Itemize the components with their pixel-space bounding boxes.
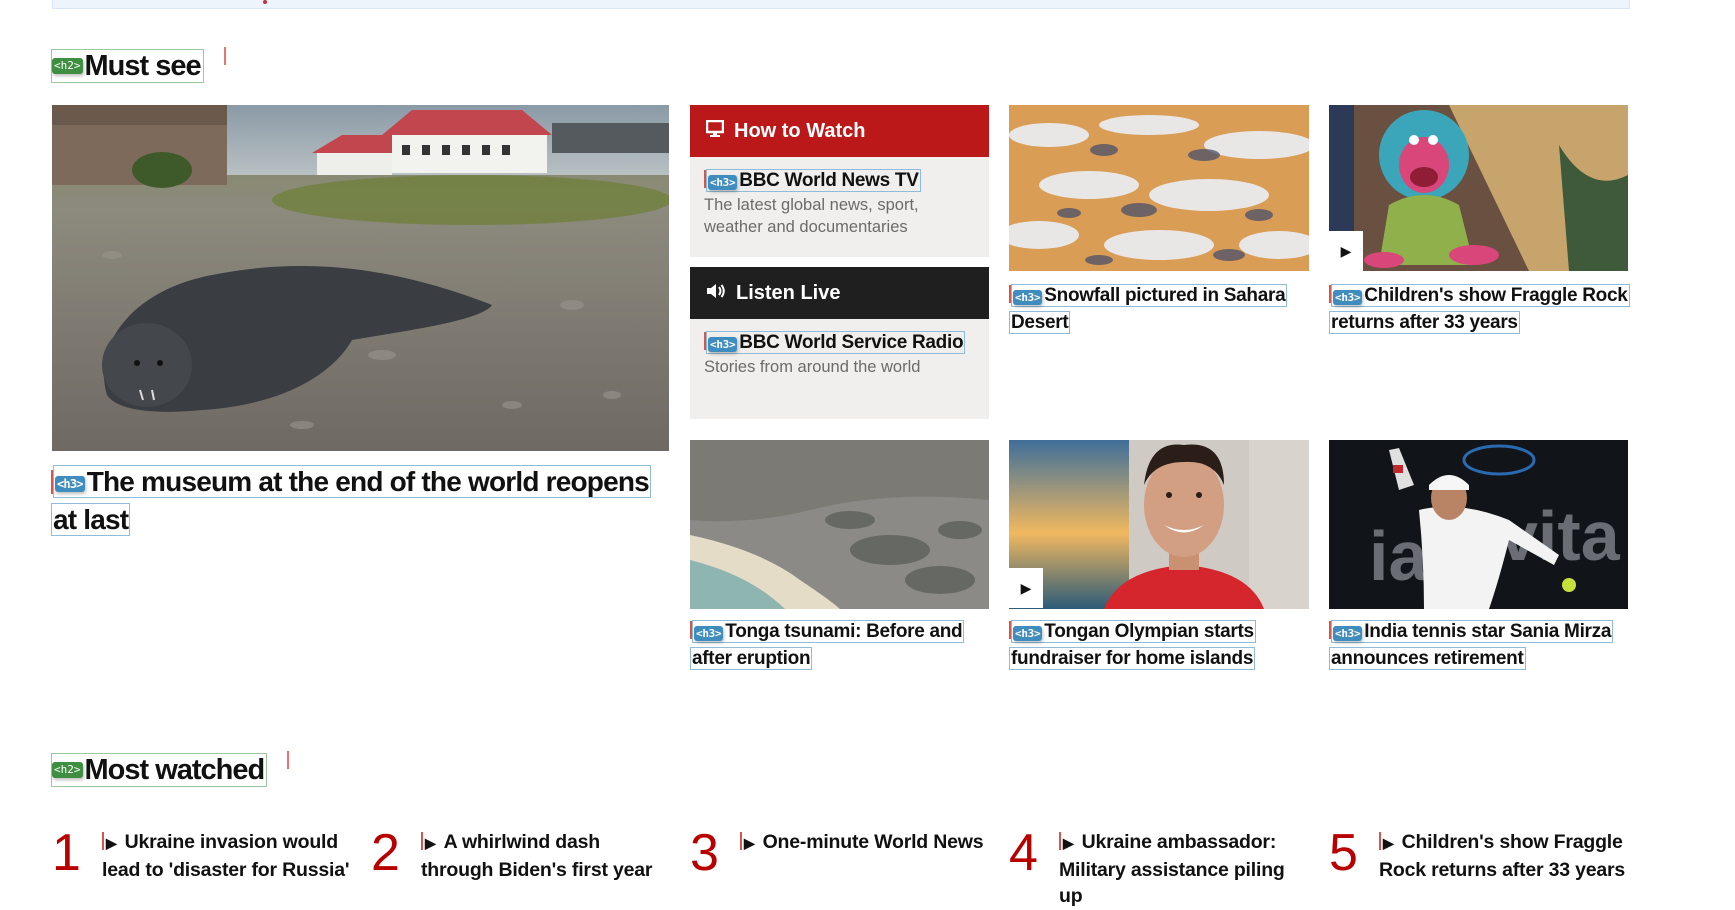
rank-number: 5 [1329,824,1358,882]
story-headline-sahara-snow[interactable]: <h3> Snowfall pictured in Sahara Desert [1009,282,1309,336]
most-watched-link[interactable]: One-minute World News [763,831,984,853]
bbc-world-service-radio-title[interactable]: <h3> BBC World Service Radio [704,329,975,356]
rank-number: 1 [52,824,81,882]
focus-marker [287,751,290,769]
focus-marker [421,832,423,850]
most-watched-item-4[interactable]: 4 ▶ Ukraine ambassador: Military assistan… [1009,824,1309,907]
speaker-icon [706,282,726,305]
play-icon: ▶ [106,835,117,851]
rank-number: 3 [690,824,719,882]
bbc-world-service-radio-link[interactable]: BBC World Service Radio [739,332,963,353]
most-watched-link[interactable]: Ukraine invasion would lead to 'disaster… [102,831,350,881]
play-icon: ▶ [1340,242,1352,259]
h3-tag-badge: <h3> [1013,626,1043,641]
focus-marker [102,832,104,850]
most-watched-heading: <h2> Most watched [51,751,290,787]
video-play-badge: ▶ [1329,231,1363,271]
most-watched-item-5[interactable]: 5 ▶ Children's show Fraggle Rock returns … [1329,825,1629,905]
story-headline-sania-mirza[interactable]: <h3> India tennis star Sania Mirza announ… [1329,618,1628,672]
how-to-watch-label: How to Watch [734,119,866,142]
focus-marker [263,0,267,4]
most-watched-item-3[interactable]: 3 ▶ One-minute World News [690,825,990,905]
h2-tag-badge: <h2> [52,58,83,74]
top-banner-edge [52,0,1630,9]
story-link-text[interactable]: Tongan Olympian starts fundraiser for ho… [1011,621,1254,669]
story-headline-fraggle-rock[interactable]: <h3> Children's show Fraggle Rock returns… [1329,282,1630,336]
must-see-h2: <h2> Must see [51,49,204,83]
h3-tag-badge: <h3> [1013,290,1043,305]
most-watched-link[interactable]: A whirlwind dash through Biden's first y… [421,831,653,881]
focus-marker [223,47,226,65]
bbc-world-service-radio-description: Stories from around the world [704,358,921,376]
most-watched-link[interactable]: Ukraine ambassador: Military assistance … [1059,831,1285,907]
story-link-text[interactable]: Snowfall pictured in Sahara Desert [1011,285,1286,333]
story-link-text[interactable]: India tennis star Sania Mirza announces … [1331,621,1611,669]
focus-marker [740,832,742,850]
play-icon: ▶ [1383,835,1394,851]
svg-text:ia: ia [1369,517,1428,595]
story-image-fraggle-rock[interactable]: ▶ [1329,105,1628,271]
h3-tag-badge: <h3> [55,476,85,492]
how-to-watch-header[interactable]: How to Watch [690,105,989,157]
story-headline-tonga-tsunami[interactable]: <h3> Tonga tsunami: Before and after erup… [690,618,989,672]
bbc-world-news-tv-description: The latest global news, sport, weather a… [704,196,919,236]
story-image-sania-mirza[interactable]: ia vita [1329,440,1628,609]
bbc-world-news-tv-link[interactable]: BBC World News TV [739,170,919,191]
focus-marker [1379,832,1381,850]
bbc-world-news-tv-title[interactable]: <h3> BBC World News TV [704,167,975,194]
main-story-headline-text[interactable]: The museum at the end of the world reope… [53,466,650,535]
play-icon: ▶ [1063,835,1074,851]
tv-monitor-icon [705,119,725,143]
most-watched-item-2[interactable]: 2 ▶ A whirlwind dash through Biden's firs… [371,825,671,905]
rank-number: 2 [371,824,400,882]
h2-tag-badge: <h2> [52,762,83,778]
listen-live-label: Listen Live [736,281,841,304]
main-story-image[interactable] [52,105,669,451]
listen-live-panel[interactable]: Listen Live <h3> BBC World Service Radio … [690,267,989,419]
how-to-watch-panel[interactable]: How to Watch <h3> BBC World News TV The l… [690,105,989,257]
play-icon: ▶ [425,835,436,851]
h3-tag-badge: <h3> [1333,626,1363,641]
story-image-tongan-olympian[interactable]: ▶ [1009,440,1309,609]
must-see-title[interactable]: Must see [85,50,202,83]
most-watched-h2: <h2> Most watched [51,753,268,787]
h3-tag-badge: <h3> [708,337,738,352]
story-image-sahara-snow[interactable] [1009,105,1309,271]
story-link-text[interactable]: Tonga tsunami: Before and after eruption [692,621,963,669]
must-see-heading: <h2> Must see [51,47,226,83]
h3-tag-badge: <h3> [708,175,738,190]
play-icon: ▶ [744,835,755,851]
focus-marker [1059,832,1061,850]
h3-tag-badge: <h3> [694,626,724,641]
story-link-text[interactable]: Children's show Fraggle Rock returns aft… [1331,285,1628,333]
rank-number: 4 [1009,824,1038,882]
most-watched-title[interactable]: Most watched [85,754,266,787]
video-play-badge: ▶ [1009,568,1043,608]
main-story-headline[interactable]: <h3> The museum at the end of the world r… [51,463,666,539]
listen-live-header[interactable]: Listen Live [690,267,989,319]
most-watched-link[interactable]: Children's show Fraggle Rock returns aft… [1379,831,1625,881]
play-icon: ▶ [1020,579,1032,596]
story-image-tonga-tsunami[interactable] [690,440,989,609]
story-headline-tongan-olympian[interactable]: <h3> Tongan Olympian starts fundraiser fo… [1009,618,1309,672]
h3-tag-badge: <h3> [1333,290,1363,305]
most-watched-item-1[interactable]: 1 ▶ Ukraine invasion would lead to 'disas… [52,825,352,905]
